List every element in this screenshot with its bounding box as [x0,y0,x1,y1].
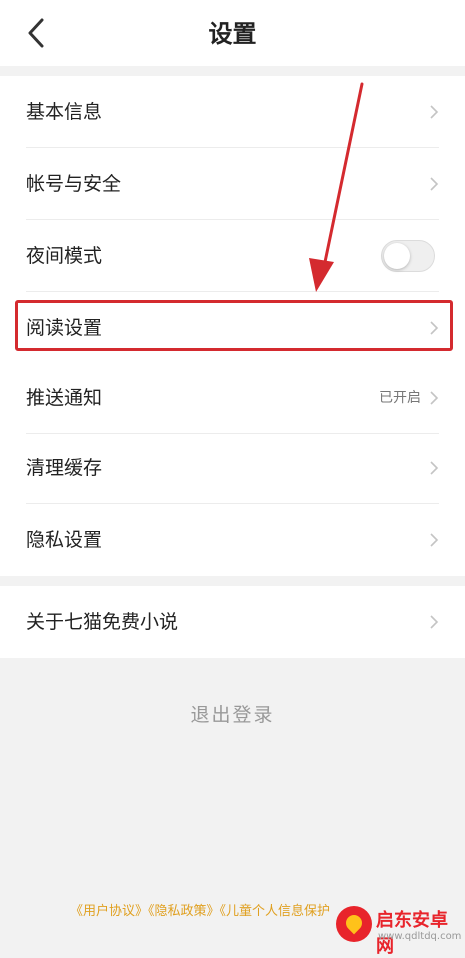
watermark: 启东安卓网 www.qdltdq.com [330,904,465,957]
chevron-right-icon [430,391,439,405]
settings-item-label: 清理缓存 [26,457,103,479]
settings-item-push-notification[interactable]: 推送通知 已开启 [0,362,465,434]
push-status-text: 已开启 [379,390,421,406]
user-agreement-link[interactable]: 《用户协议》 [70,904,148,919]
settings-item-label: 基本信息 [26,101,103,123]
settings-item-clear-cache[interactable]: 清理缓存 [0,432,465,504]
toggle-knob [384,243,410,269]
settings-group-about: 关于七猫免费小说 [0,586,465,658]
settings-item-about[interactable]: 关于七猫免费小说 [0,586,465,658]
child-policy-link[interactable]: 《儿童个人信息保护 [220,904,331,919]
watermark-url: www.qdltdq.com [378,931,462,942]
settings-item-label: 隐私设置 [26,529,103,551]
chevron-right-icon [430,177,439,191]
agreement-links: 《用户协议》《隐私政策》《儿童个人信息保护 [70,900,360,919]
settings-item-label: 夜间模式 [26,245,103,267]
settings-item-privacy[interactable]: 隐私设置 [0,504,465,576]
nav-bar: 设置 [0,0,465,66]
highlight-box [15,300,453,351]
settings-item-label: 帐号与安全 [26,173,122,195]
night-mode-toggle[interactable] [381,240,435,272]
settings-item-label: 推送通知 [26,387,103,409]
watermark-logo-icon [336,906,372,942]
settings-item-basic-info[interactable]: 基本信息 [0,76,465,148]
logout-button[interactable]: 退出登录 [0,700,465,727]
chevron-right-icon [430,615,439,629]
chevron-right-icon [430,105,439,119]
settings-item-label: 关于七猫免费小说 [26,611,179,633]
page-title: 设置 [208,20,257,48]
chevron-right-icon [430,461,439,475]
privacy-policy-link[interactable]: 《隐私政策》 [148,904,220,919]
chevron-right-icon [430,533,439,547]
settings-item-account-security[interactable]: 帐号与安全 [0,148,465,220]
settings-item-night-mode: 夜间模式 [0,220,465,292]
